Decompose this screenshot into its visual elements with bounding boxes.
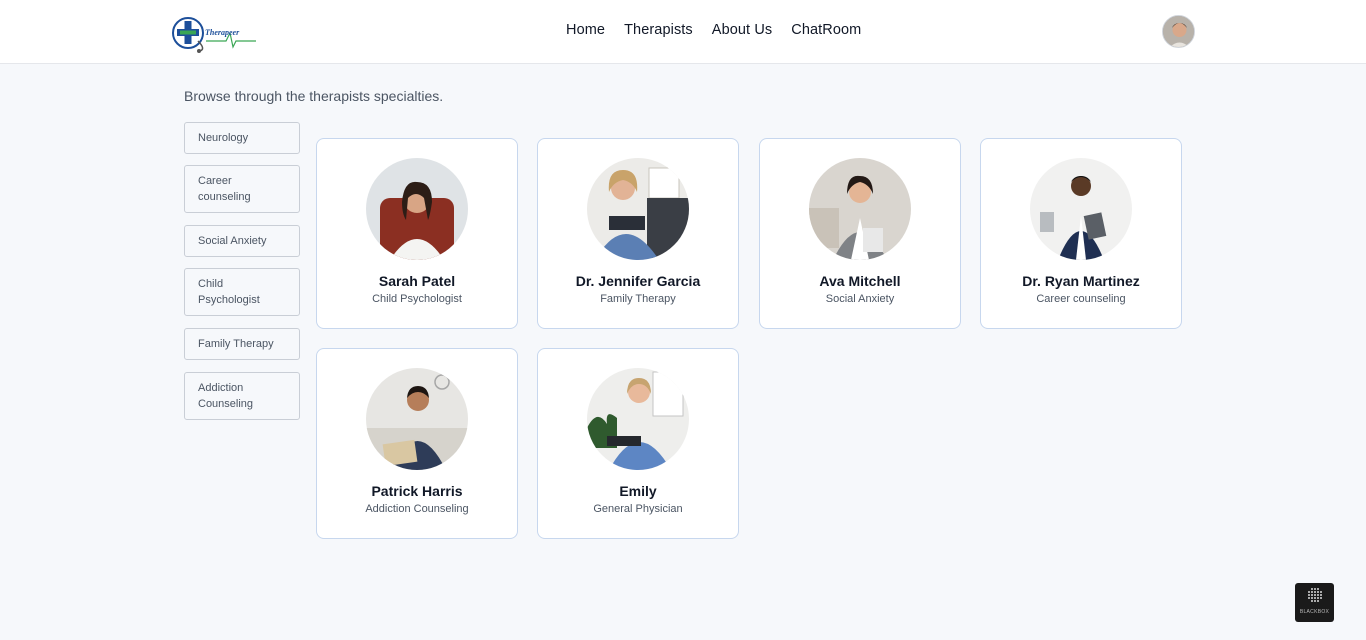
specialty-neurology[interactable]: Neurology [184,122,300,154]
therapist-card-patrick-harris[interactable]: Patrick Harris Addiction Counseling [316,348,518,539]
therapist-name: Patrick Harris [371,483,463,499]
therapist-card-emily[interactable]: Emily General Physician [537,348,739,539]
nav-home[interactable]: Home [566,22,605,38]
specialties-intro: Browse through the therapists specialtie… [184,88,444,104]
therapist-specialty: Addiction Counseling [365,503,469,515]
nav-chatroom[interactable]: ChatRoom [791,22,861,38]
main-nav: Home Therapists About Us ChatRoom [566,22,880,38]
therapist-card-sarah-patel[interactable]: Sarah Patel Child Psychologist [316,138,518,329]
therapist-specialty: General Physician [593,503,683,515]
therapist-name: Dr. Ryan Martinez [1022,273,1140,289]
therapist-photo [809,158,911,260]
blackbox-widget-button[interactable]: BLACKBOX [1295,583,1334,622]
therapist-photo [366,368,468,470]
therapist-photo [1030,158,1132,260]
specialty-social-anxiety[interactable]: Social Anxiety [184,225,300,257]
therapist-specialty: Social Anxiety [825,293,895,305]
brand-name: Therapeer [205,28,240,37]
therapist-card-ryan-martinez[interactable]: Dr. Ryan Martinez Career counseling [980,138,1182,329]
therapist-name: Emily [619,483,657,499]
therapist-card-jennifer-garcia[interactable]: Dr. Jennifer Garcia Family Therapy [537,138,739,329]
nav-therapists[interactable]: Therapists [624,22,693,38]
specialty-addiction-counseling[interactable]: Addiction Counseling [184,372,300,420]
therapist-card-ava-mitchell[interactable]: Ava Mitchell Social Anxiety [759,138,961,329]
therapist-specialty: Child Psychologist [372,293,462,305]
therapist-name: Dr. Jennifer Garcia [575,273,701,289]
brand-logo[interactable]: Therapeer [170,11,258,55]
therapist-photo [587,158,689,260]
specialty-family-therapy[interactable]: Family Therapy [184,328,300,360]
therapist-name: Ava Mitchell [819,273,901,289]
therapist-photo [366,158,468,260]
specialty-career-counseling[interactable]: Career counseling [184,165,300,213]
user-avatar[interactable] [1162,15,1195,48]
therapist-specialty: Family Therapy [600,293,676,305]
therapist-photo [587,368,689,470]
blackbox-label: BLACKBOX [1299,609,1330,615]
therapist-name: Sarah Patel [378,273,456,289]
user-avatar-icon [1163,16,1194,47]
therapist-specialty: Career counseling [1036,293,1126,305]
specialty-child-psychologist[interactable]: Child Psychologist [184,268,300,316]
top-navbar: Therapeer Home Therapists About Us ChatR… [0,0,1366,64]
blackbox-grid-icon [1308,588,1322,602]
nav-about-us[interactable]: About Us [712,22,772,38]
